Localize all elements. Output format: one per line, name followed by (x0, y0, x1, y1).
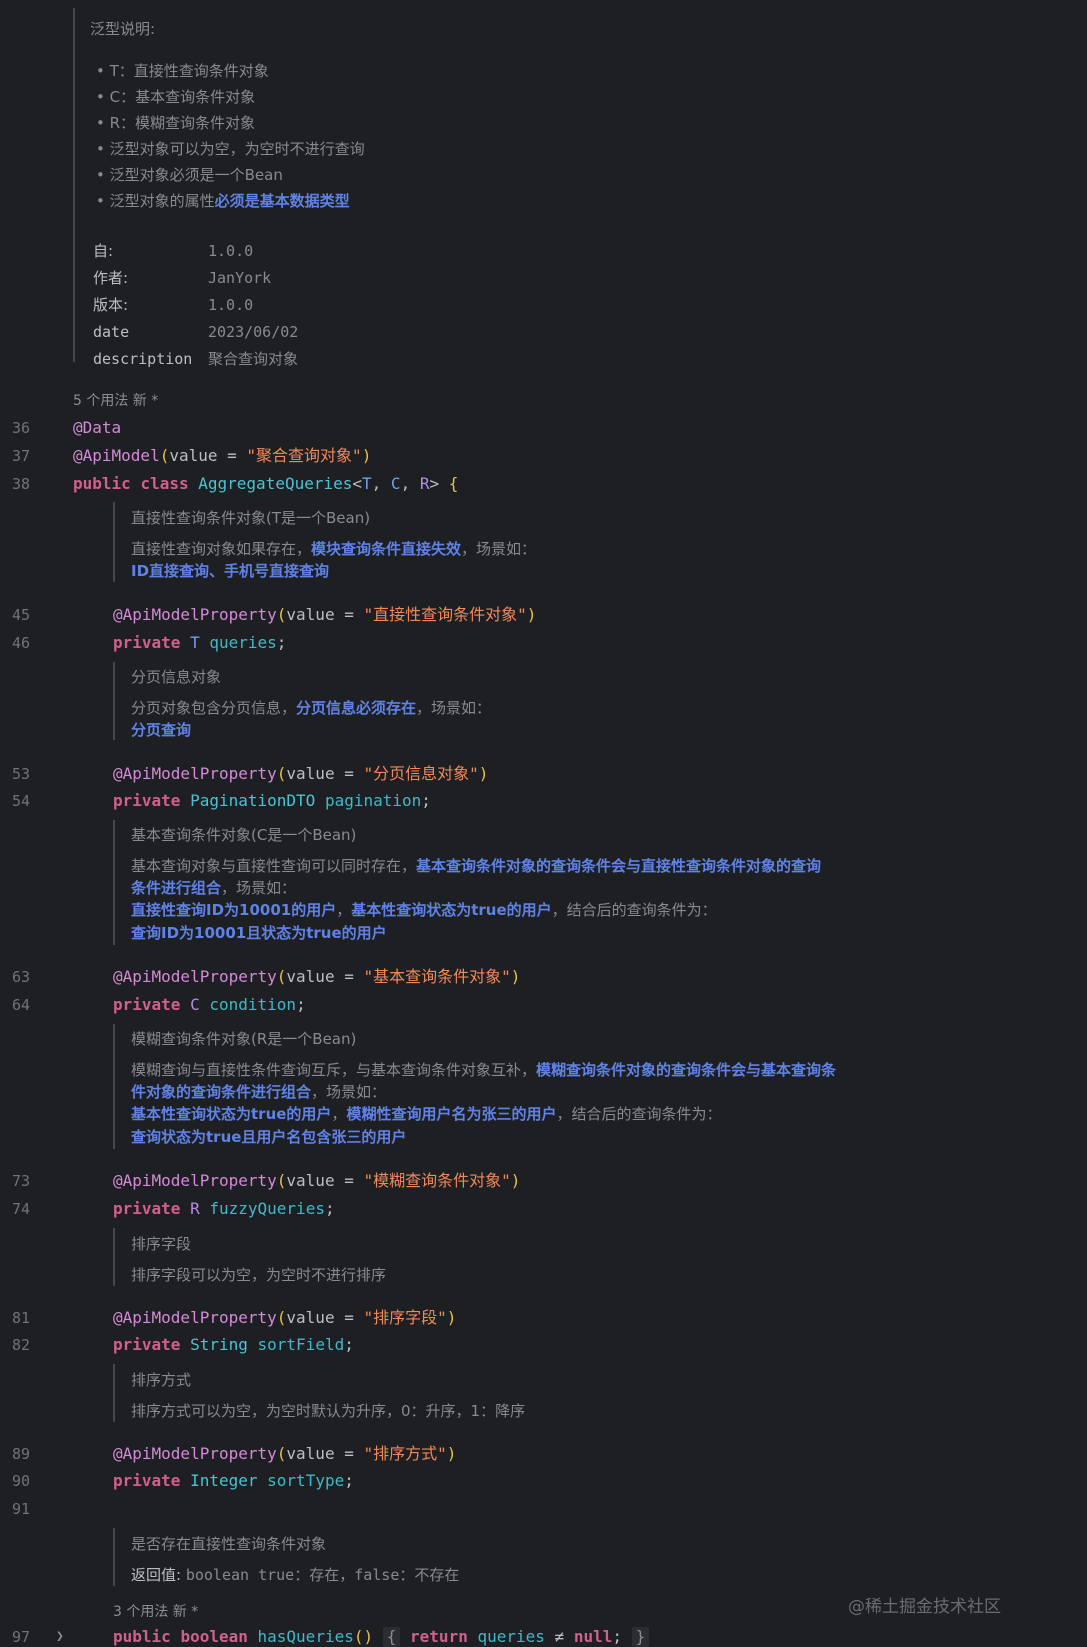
line-number: 54 (11, 792, 30, 810)
doc-bar (113, 502, 115, 582)
line-number: 74 (11, 1200, 30, 1218)
line-number: 89 (11, 1445, 30, 1463)
field-declaration: private Integer sortType; (113, 1471, 354, 1490)
method-declaration: public boolean hasQueries() { return que… (113, 1627, 650, 1647)
line-number: 45 (11, 606, 30, 624)
doc-tag-value: 1.0.0 (208, 242, 254, 260)
doc-tag-key: description (93, 350, 193, 368)
usages-hint[interactable]: 3 个用法 新 * (113, 1601, 198, 1621)
doc-text: 返回值: boolean true：存在，false：不存在 (131, 1566, 460, 1584)
api-model-property: @ApiModelProperty(value = "直接性查询条件对象") (113, 605, 537, 624)
watermark: @稀土掘金技术社区 (848, 1597, 1001, 1617)
doc-title: 是否存在直接性查询条件对象 (131, 1535, 327, 1553)
doc-tag-key: 自: (93, 242, 114, 260)
field-declaration: private PaginationDTO pagination; (113, 791, 431, 810)
doc-title: 分页信息对象 (131, 668, 222, 686)
doc-text: ID直接查询、手机号直接查询 (131, 562, 330, 580)
doc-bullet: • 泛型对象的属性必须是基本数据类型 (96, 192, 350, 210)
api-model-property: @ApiModelProperty(value = "排序方式") (113, 1444, 457, 1463)
doc-bar (113, 1528, 115, 1586)
line-number: 73 (11, 1172, 30, 1190)
doc-title: 直接性查询条件对象(T是一个Bean) (131, 509, 371, 527)
line-number: 36 (11, 419, 30, 437)
line-number: 46 (11, 634, 30, 652)
doc-text: 基本性查询状态为true的用户，模糊性查询用户名为张三的用户，结合后的查询条件为… (131, 1105, 722, 1123)
line-number: 38 (11, 475, 30, 493)
doc-text: 排序方式可以为空，为空时默认为升序，0：升序，1：降序 (131, 1402, 526, 1420)
doc-text: 直接性查询对象如果存在，模块查询条件直接失效，场景如： (131, 540, 537, 558)
line-number: 63 (11, 968, 30, 986)
doc-tag-value: 聚合查询对象 (208, 350, 299, 368)
doc-title: 泛型说明: (90, 20, 156, 38)
chevron-right-icon[interactable]: ❯ (56, 1629, 64, 1644)
api-model-property: @ApiModelProperty(value = "分页信息对象") (113, 764, 489, 783)
doc-bar (113, 820, 115, 945)
doc-text: 直接性查询ID为10001的用户，基本性查询状态为true的用户，结合后的查询条… (131, 901, 717, 919)
doc-bullet: • C：基本查询条件对象 (96, 88, 256, 106)
doc-tag-key: 版本: (93, 296, 129, 314)
doc-title: 基本查询条件对象(C是一个Bean) (131, 826, 357, 844)
doc-text: 分页对象包含分页信息，分页信息必须存在，场景如： (131, 699, 492, 717)
class-declaration: public class AggregateQueries<T, C, R> { (73, 474, 459, 493)
doc-text: 查询ID为10001且状态为true的用户 (131, 924, 387, 942)
line-number: 97 (11, 1628, 30, 1646)
doc-title: 排序方式 (131, 1371, 192, 1389)
doc-title: 模糊查询条件对象(R是一个Bean) (131, 1030, 357, 1048)
line-number: 64 (11, 996, 30, 1014)
doc-tag-value: 2023/06/02 (208, 323, 299, 341)
doc-bullet: • 泛型对象可以为空，为空时不进行查询 (96, 140, 365, 158)
api-model-annotation: @ApiModel(value = "聚合查询对象") (73, 446, 372, 465)
doc-text: 条件进行组合，场景如： (131, 879, 297, 897)
doc-title: 排序字段 (131, 1235, 192, 1253)
field-declaration: private C condition; (113, 995, 306, 1014)
doc-tag-value: 1.0.0 (208, 296, 254, 314)
line-number: 91 (11, 1500, 30, 1518)
field-declaration: private R fuzzyQueries; (113, 1199, 335, 1218)
line-number: 90 (11, 1472, 30, 1490)
doc-text: 件对象的查询条件进行组合，场景如： (131, 1083, 387, 1101)
line-number: 53 (11, 765, 30, 783)
api-model-property: @ApiModelProperty(value = "排序字段") (113, 1308, 457, 1327)
api-model-property: @ApiModelProperty(value = "模糊查询条件对象") (113, 1171, 521, 1190)
doc-bullet: • R：模糊查询条件对象 (96, 114, 256, 132)
doc-tag-key: date (93, 323, 130, 341)
doc-bar (113, 1024, 115, 1149)
api-model-property: @ApiModelProperty(value = "基本查询条件对象") (113, 967, 521, 986)
usages-hint[interactable]: 5 个用法 新 * (73, 390, 158, 410)
doc-bar (73, 8, 75, 362)
doc-tag-value: JanYork (208, 269, 272, 287)
doc-bullet: • T：直接性查询条件对象 (96, 62, 269, 80)
doc-bar (113, 1364, 115, 1422)
doc-text: 排序字段可以为空，为空时不进行排序 (131, 1266, 387, 1284)
doc-text: 模糊查询与直接性条件查询互斥，与基本查询条件对象互补，模糊查询条件对象的查询条件… (131, 1061, 837, 1079)
doc-tag-key: 作者: (93, 269, 129, 287)
doc-bar (113, 1228, 115, 1286)
doc-text: 分页查询 (131, 721, 192, 739)
line-number: 37 (11, 447, 30, 465)
line-number: 82 (11, 1336, 30, 1354)
line-number: 81 (11, 1309, 30, 1327)
doc-bar (113, 662, 115, 740)
doc-text: 基本查询对象与直接性查询可以同时存在，基本查询条件对象的查询条件会与直接性查询条… (131, 857, 822, 875)
field-declaration: private T queries; (113, 633, 287, 652)
field-declaration: private String sortField; (113, 1335, 354, 1354)
doc-bullet: • 泛型对象必须是一个Bean (96, 166, 283, 184)
data-annotation: @Data (73, 418, 122, 437)
doc-text: 查询状态为true且用户名包含张三的用户 (131, 1128, 407, 1146)
